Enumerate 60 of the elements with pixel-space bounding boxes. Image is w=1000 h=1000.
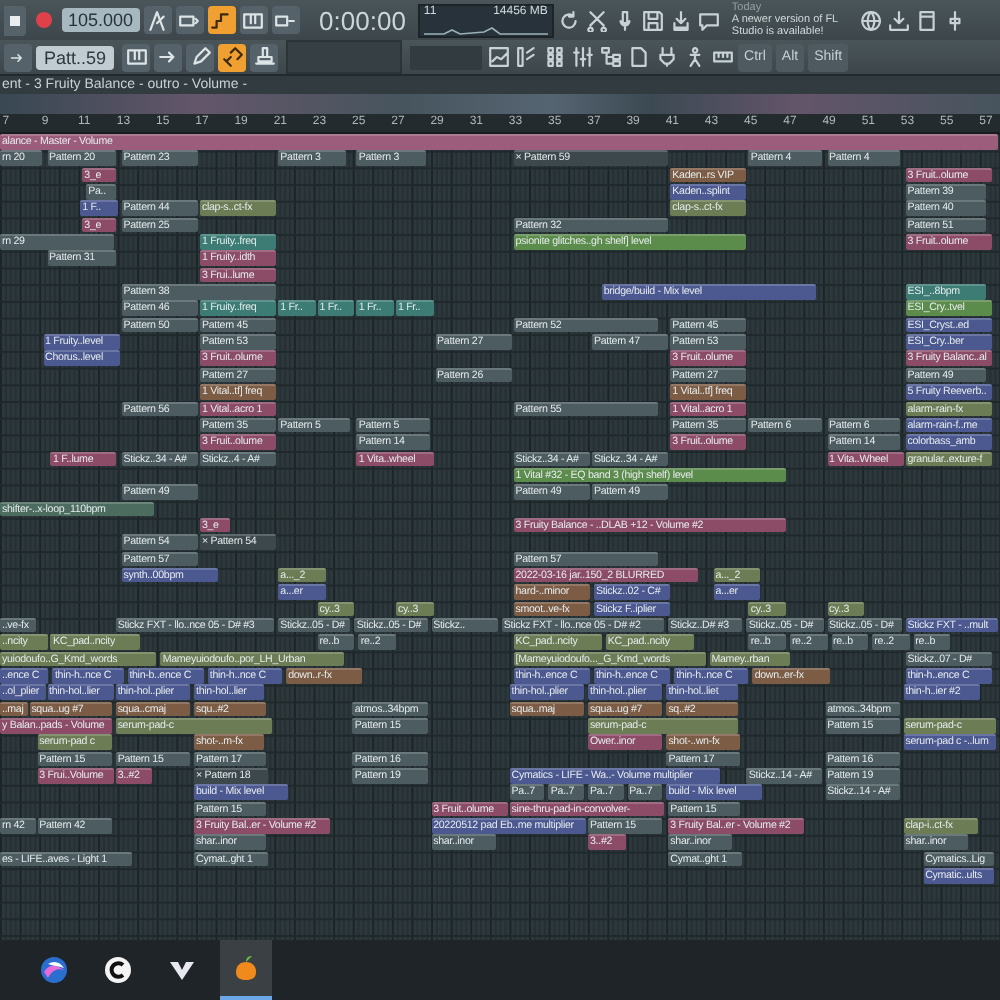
loop-button[interactable] (175, 6, 204, 34)
metronome-icon (146, 9, 169, 31)
tempo-field[interactable]: 105.000 (62, 8, 140, 32)
scissors-button[interactable] (585, 6, 610, 34)
export-icon (670, 9, 693, 31)
link-icon (221, 46, 244, 68)
plug-button[interactable] (654, 43, 679, 71)
fruit-logo-icon (232, 954, 260, 982)
stamp-icon (253, 46, 276, 68)
keyboard-icon (711, 46, 734, 68)
tree-button[interactable] (598, 43, 623, 71)
chart-icon (487, 46, 510, 68)
step-bars-button[interactable] (514, 43, 539, 71)
pencil-button[interactable] (186, 43, 215, 71)
step-bars-icon (515, 46, 538, 68)
download-icon (888, 9, 911, 31)
save-button[interactable] (641, 6, 666, 34)
stamp-button[interactable] (250, 43, 279, 71)
chevron-logo-icon (168, 956, 196, 984)
ring-logo-icon (104, 956, 132, 984)
document-icon (627, 46, 650, 68)
time-display: 0:00:00 (319, 5, 406, 35)
speech-icon (698, 9, 721, 31)
menu-button[interactable] (4, 43, 32, 71)
download-button[interactable] (887, 6, 912, 34)
pattern-selector[interactable]: Patt..59 (36, 45, 115, 69)
arrow-button[interactable] (154, 43, 183, 71)
slider-icon (944, 9, 967, 31)
hint-panel (410, 45, 483, 69)
metronome-button[interactable] (143, 6, 172, 34)
grid-icon (543, 46, 566, 68)
link-button[interactable] (218, 43, 247, 71)
plug-icon (655, 46, 678, 68)
globe-icon (860, 9, 883, 31)
document-button[interactable] (626, 43, 651, 71)
refresh-icon (558, 9, 581, 31)
save-icon (642, 9, 665, 31)
pencil-icon (189, 46, 212, 68)
window-icon (916, 9, 939, 31)
grid-button[interactable] (542, 43, 567, 71)
step-graph-button[interactable] (207, 6, 236, 34)
export-button[interactable] (669, 6, 694, 34)
arrow-icon (157, 46, 180, 68)
chart-button[interactable] (486, 43, 511, 71)
refresh-button[interactable] (557, 6, 582, 34)
piano-icon (242, 9, 265, 31)
swirl-logo-icon (40, 956, 68, 984)
loop-box-button[interactable] (271, 6, 300, 34)
piano-button[interactable] (239, 6, 268, 34)
window-button[interactable] (915, 6, 940, 34)
scissors-icon (586, 9, 609, 31)
arrow-icon (10, 49, 26, 65)
tree-icon (599, 46, 622, 68)
mixer-button[interactable] (570, 43, 595, 71)
stop-button[interactable] (4, 5, 26, 35)
mixer-icon (571, 46, 594, 68)
step-graph-icon (210, 9, 233, 31)
piano-icon (125, 46, 148, 68)
piano-button[interactable] (122, 43, 151, 71)
globe-button[interactable] (859, 6, 884, 34)
